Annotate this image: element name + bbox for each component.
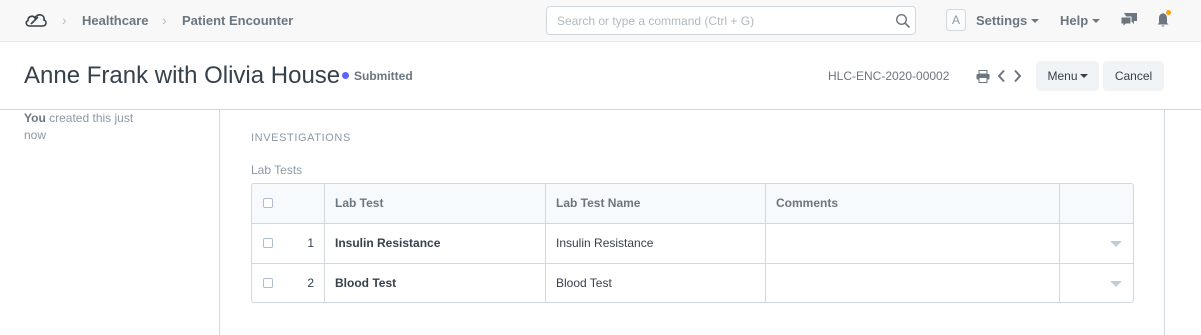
column-header-lab-test: Lab Test [325,184,546,224]
page-title: Anne Frank with Olivia House [24,62,341,89]
lab-test-name-cell[interactable]: Insulin Resistance [546,224,766,264]
chevron-right-icon: › [62,12,67,28]
status-indicator-dot [342,72,349,79]
row-checkbox[interactable] [263,238,273,248]
row-index: 2 [286,264,325,302]
help-label: Help [1060,13,1089,28]
settings-label: Settings [976,13,1028,28]
row-action-cell [1060,224,1133,264]
row-select-cell [252,224,286,264]
chat-icon[interactable] [1120,12,1138,28]
lab-test-cell[interactable]: Blood Test [325,264,546,302]
help-dropdown[interactable]: Help [1060,13,1101,28]
comments-cell[interactable] [766,264,1060,302]
table-row[interactable]: 1 Insulin Resistance Insulin Resistance [252,224,1133,264]
action-header [1060,184,1133,224]
lab-test-name-cell[interactable]: Blood Test [546,264,766,302]
column-header-comments: Comments [766,184,1060,224]
form-card: INVESTIGATIONS Lab Tests Lab Test Lab Te… [219,110,1165,335]
row-select-cell [252,264,286,302]
caret-down-icon [1031,18,1040,23]
caret-down-icon [1092,18,1101,23]
chevron-right-icon[interactable] [1013,69,1022,83]
select-all-cell [252,184,286,224]
document-name: HLC-ENC-2020-00002 [828,69,950,83]
caret-down-icon [1079,73,1088,78]
row-edit-caret-icon[interactable] [1110,281,1122,287]
settings-dropdown[interactable]: Settings [976,13,1040,28]
page-head: Anne Frank with Olivia House Submitted H… [0,42,1201,110]
bell-icon[interactable] [1156,10,1172,28]
lab-tests-label: Lab Tests [251,163,303,177]
avatar[interactable]: A [946,9,966,31]
top-navbar: › Healthcare › Patient Encounter A Setti… [0,0,1201,42]
row-action-cell [1060,264,1133,302]
chevron-right-icon: › [162,12,167,28]
search-input[interactable] [547,7,887,34]
index-header [286,184,325,224]
table-row[interactable]: 2 Blood Test Blood Test [252,264,1133,302]
lab-test-cell[interactable]: Insulin Resistance [325,224,546,264]
select-all-checkbox[interactable] [263,198,273,208]
timeline-note: You created this just now [24,110,144,144]
cloud-logo-icon[interactable] [24,10,48,30]
search-box [546,6,916,35]
timeline-actor: You [24,111,46,125]
cancel-button[interactable]: Cancel [1103,61,1164,91]
menu-label: Menu [1047,69,1078,83]
breadcrumb-patient-encounter[interactable]: Patient Encounter [182,13,293,28]
row-checkbox[interactable] [263,278,273,288]
menu-button[interactable]: Menu [1036,61,1099,91]
search-icon[interactable] [895,13,911,29]
breadcrumb-healthcare[interactable]: Healthcare [82,13,148,28]
print-icon[interactable] [976,70,990,83]
chevron-left-icon[interactable] [997,69,1006,83]
row-index: 1 [286,224,325,264]
status-badge: Submitted [354,69,413,83]
column-header-lab-test-name: Lab Test Name [546,184,766,224]
row-edit-caret-icon[interactable] [1110,241,1122,247]
lab-tests-table: Lab Test Lab Test Name Comments 1 Insuli… [251,183,1134,303]
comments-cell[interactable] [766,224,1060,264]
section-title: INVESTIGATIONS [251,132,351,144]
table-header-row: Lab Test Lab Test Name Comments [252,184,1133,224]
